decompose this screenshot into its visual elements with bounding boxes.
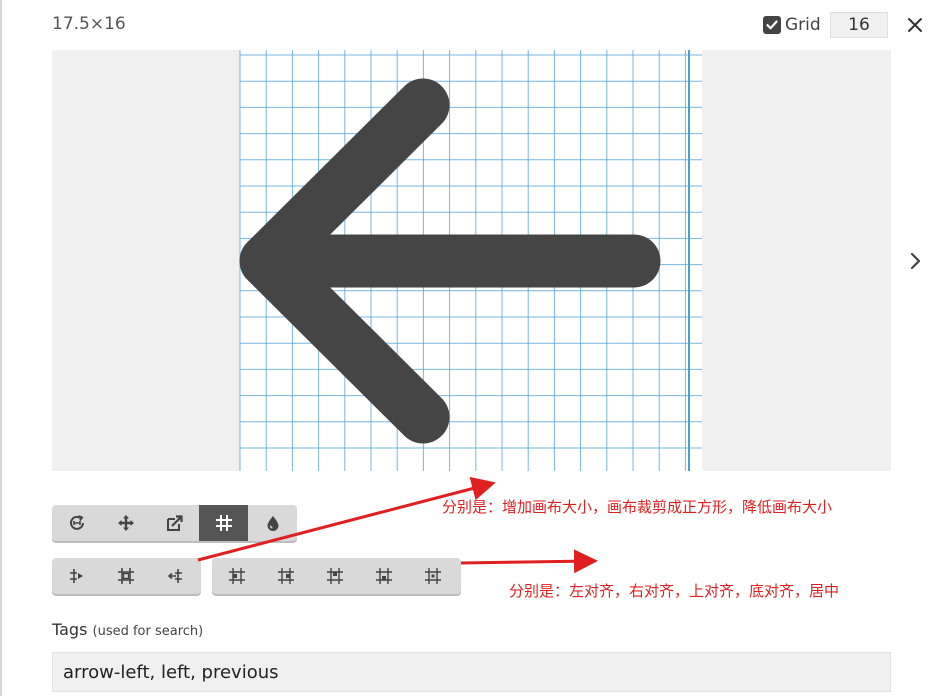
edit-toolbar bbox=[52, 505, 297, 541]
close-icon bbox=[908, 18, 922, 32]
tags-label: Tags (used for search) bbox=[52, 620, 203, 639]
tool-move[interactable] bbox=[101, 505, 150, 541]
tool-align-right[interactable] bbox=[261, 558, 310, 594]
crop-square-icon bbox=[117, 568, 134, 584]
annotation-arrow-2 bbox=[460, 549, 598, 574]
grid-label: Grid bbox=[785, 15, 821, 35]
tags-label-text: Tags bbox=[52, 620, 88, 639]
tags-hint: (used for search) bbox=[92, 624, 204, 639]
window-edge bbox=[0, 0, 2, 696]
move-arrows-icon bbox=[117, 515, 134, 531]
tool-align-center[interactable] bbox=[408, 558, 457, 594]
tool-align-top[interactable] bbox=[310, 558, 359, 594]
tool-grid[interactable] bbox=[199, 505, 248, 541]
checkmark-icon bbox=[766, 20, 778, 30]
resize-icon bbox=[166, 515, 183, 531]
tool-increase-canvas[interactable] bbox=[52, 558, 101, 594]
next-icon-button[interactable] bbox=[903, 248, 927, 274]
rotate-icon bbox=[69, 515, 84, 530]
drop-icon bbox=[267, 516, 278, 531]
decrease-canvas-icon bbox=[167, 569, 182, 583]
tool-rotate[interactable] bbox=[52, 505, 101, 541]
align-toolbar bbox=[212, 558, 461, 594]
chevron-right-icon bbox=[910, 252, 921, 270]
align-top-icon bbox=[326, 568, 343, 584]
tool-color[interactable] bbox=[248, 505, 297, 541]
align-right-icon bbox=[277, 568, 294, 584]
icon-preview bbox=[52, 50, 891, 471]
grid-size-input[interactable]: 16 bbox=[830, 12, 888, 38]
canvas-toolbar bbox=[52, 558, 201, 594]
annotation-text-1: 分别是：增加画布大小，画布裁剪成正方形，降低画布大小 bbox=[442, 498, 833, 516]
annotation-text-2: 分别是：左对齐，右对齐，上对齐，底对齐，居中 bbox=[509, 582, 840, 600]
tool-decrease-canvas[interactable] bbox=[150, 558, 199, 594]
grid-toggle[interactable]: Grid bbox=[763, 12, 821, 38]
tool-align-left[interactable] bbox=[212, 558, 261, 594]
tags-input[interactable] bbox=[52, 652, 891, 692]
increase-canvas-icon bbox=[69, 569, 83, 583]
icon-dimensions: 17.5×16 bbox=[52, 14, 126, 34]
align-left-icon bbox=[228, 568, 245, 584]
close-button[interactable] bbox=[904, 10, 926, 40]
align-center-icon bbox=[424, 568, 441, 584]
grid-checkbox[interactable] bbox=[763, 16, 781, 34]
preview-canvas bbox=[239, 50, 702, 471]
align-bottom-icon bbox=[375, 568, 392, 584]
tool-align-bottom[interactable] bbox=[359, 558, 408, 594]
grid-hash-icon bbox=[215, 515, 232, 531]
tool-crop-square[interactable] bbox=[101, 558, 150, 594]
tool-resize[interactable] bbox=[150, 505, 199, 541]
